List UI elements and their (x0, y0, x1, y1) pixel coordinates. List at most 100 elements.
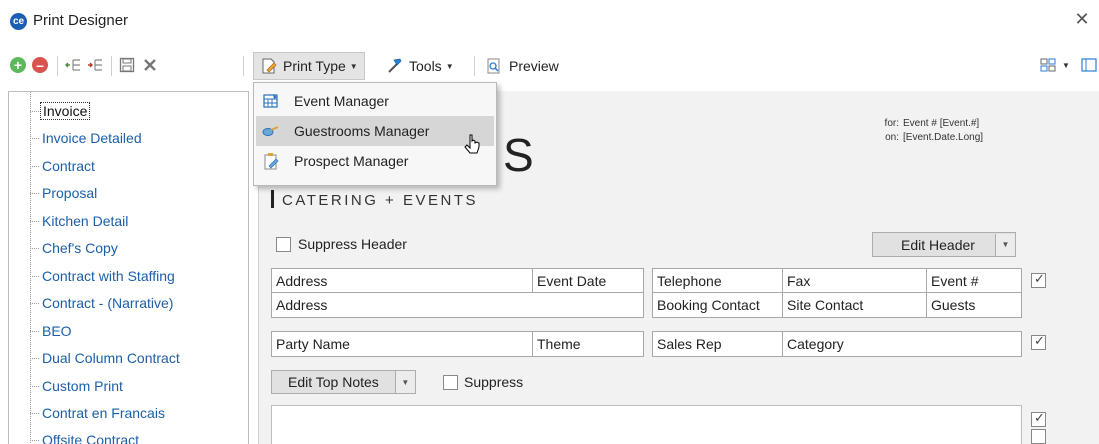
field-guests[interactable]: Guests (926, 292, 1022, 318)
tools-label: Tools (409, 58, 442, 74)
chevron-down-icon: ▼ (1062, 60, 1070, 70)
minus-circle-icon: – (32, 57, 48, 73)
tree-item-beo[interactable]: BEO (30, 321, 74, 341)
indent-button[interactable] (86, 52, 104, 78)
print-type-dropdown: Event Manager Guestrooms Manager Prospec… (253, 82, 497, 186)
row3-visible-checkbox[interactable] (1031, 333, 1046, 350)
tree-item-offsite-contract[interactable]: Offsite Contract (30, 430, 141, 444)
clipboard-pencil-icon (262, 153, 280, 170)
delete-button[interactable] (142, 52, 158, 78)
tree-item-proposal[interactable]: Proposal (30, 183, 99, 203)
top-notes-area[interactable] (271, 405, 1022, 444)
edit-header-dropdown-icon[interactable]: ▼ (994, 233, 1015, 256)
tree-item-label: BEO (42, 323, 72, 339)
logo-bar (271, 190, 274, 208)
tree-item-label: Custom Print (42, 378, 123, 394)
field-category[interactable]: Category (782, 331, 1022, 357)
tree-item-kitchen-detail[interactable]: Kitchen Detail (30, 211, 130, 231)
toolbar: + – Print Type ▼ Tools ▼ Preview ▼ (0, 48, 1099, 84)
tree-item-contract-with-staffing[interactable]: Contract with Staffing (30, 266, 177, 286)
on-label: on: (885, 132, 899, 143)
tree-item-chefs-copy[interactable]: Chef's Copy (30, 238, 120, 258)
edit-header-button[interactable]: Edit Header ▼ (872, 232, 1016, 257)
tree-item-invoice-detailed[interactable]: Invoice Detailed (30, 128, 144, 148)
panel-toggle-button[interactable] (1080, 52, 1098, 78)
field-theme[interactable]: Theme (532, 331, 644, 357)
field-event-date[interactable]: Event Date (532, 268, 644, 293)
mouse-cursor-icon (464, 134, 480, 154)
for-label: for: (884, 118, 899, 129)
tree-item-label: Contract with Staffing (42, 268, 175, 284)
menu-item-label: Guestrooms Manager (294, 123, 430, 139)
remove-button[interactable]: – (32, 52, 48, 78)
save-disk-icon (119, 57, 135, 73)
tree-item-label: Invoice Detailed (42, 130, 142, 146)
field-party-name[interactable]: Party Name (271, 331, 533, 357)
menu-item-label: Prospect Manager (294, 153, 409, 169)
suppress-notes-checkbox[interactable] (443, 374, 458, 390)
layout-options-button[interactable]: ▼ (1040, 52, 1070, 78)
suppress-header-label: Suppress Header (298, 236, 407, 252)
plus-circle-icon: + (10, 57, 26, 73)
notes-visible-checkbox[interactable] (1031, 410, 1046, 427)
tree-item-invoice[interactable]: Invoice (30, 101, 91, 121)
suppress-header-row: Suppress Header (276, 236, 407, 252)
tree-item-label: Offsite Contract (42, 432, 140, 444)
tree-item-label: Chef's Copy (42, 240, 118, 256)
field-address-2[interactable]: Address (271, 292, 644, 318)
logo-tagline: CATERING + EVENTS (282, 192, 479, 209)
menu-item-label: Event Manager (294, 93, 389, 109)
field-address[interactable]: Address (271, 268, 533, 293)
field-event-number[interactable]: Event # (926, 268, 1022, 293)
menu-item-prospect-manager[interactable]: Prospect Manager (254, 146, 496, 176)
tree-item-label: Dual Column Contract (42, 350, 180, 366)
toolbar-separator (243, 56, 244, 76)
logo-letter: S (503, 129, 534, 181)
chevron-down-icon: ▼ (445, 61, 454, 71)
preview-button[interactable]: Preview (479, 52, 565, 80)
field-sales-rep[interactable]: Sales Rep (652, 331, 783, 357)
toolbar-separator (111, 56, 112, 76)
field-fax[interactable]: Fax (782, 268, 927, 293)
suppress-header-checkbox[interactable] (276, 236, 291, 252)
print-type-label: Print Type (283, 58, 346, 74)
preview-magnifier-icon (487, 58, 500, 74)
menu-item-event-manager[interactable]: Event Manager (254, 86, 496, 116)
tree-item-label: Invoice (40, 102, 91, 120)
logo-tagline-block: CATERING + EVENTS (271, 190, 478, 209)
edit-top-notes-button[interactable]: Edit Top Notes ▼ (271, 370, 416, 394)
delete-x-icon (144, 59, 156, 71)
save-button[interactable] (119, 52, 135, 78)
field-booking-contact[interactable]: Booking Contact (652, 292, 783, 318)
tree-item-custom-print[interactable]: Custom Print (30, 376, 125, 396)
tree-item-label: Proposal (42, 185, 98, 201)
row1-visible-checkbox[interactable] (1031, 271, 1046, 288)
tree-item-label: Contract - (Narrative) (42, 295, 174, 311)
hammer-icon (388, 58, 402, 73)
edit-top-notes-dropdown-icon[interactable]: ▼ (394, 371, 415, 393)
tools-menu-button[interactable]: Tools ▼ (380, 52, 460, 80)
tree-item-label: Contract (42, 158, 95, 174)
field-telephone[interactable]: Telephone (652, 268, 783, 293)
field-site-contact[interactable]: Site Contact (782, 292, 927, 318)
key-card-icon (262, 123, 280, 139)
tree-item-label: Kitchen Detail (42, 213, 129, 229)
preview-label: Preview (509, 58, 559, 74)
add-button[interactable]: + (10, 52, 26, 78)
close-window-button[interactable]: ✕ (1072, 9, 1092, 29)
edit-top-notes-label: Edit Top Notes (288, 374, 379, 390)
notes-second-checkbox[interactable] (1031, 429, 1046, 444)
event-reference-block: for: Event # [Event.#] on: [Event.Date.Lon… (869, 117, 984, 145)
outdent-icon (65, 59, 80, 71)
tree-item-contrat-en-francais[interactable]: Contrat en Francais (30, 403, 167, 423)
tree-item-contract[interactable]: Contract (30, 156, 97, 176)
print-type-menu-button[interactable]: Print Type ▼ (253, 52, 365, 80)
toolbar-separator (474, 56, 475, 76)
tree-item-dual-column-contract[interactable]: Dual Column Contract (30, 348, 182, 368)
outdent-button[interactable] (64, 52, 82, 78)
menu-item-guestrooms-manager[interactable]: Guestrooms Manager (256, 116, 494, 146)
panel-icon (1081, 58, 1097, 72)
layout-grid-icon (1040, 58, 1056, 72)
title-bar: ce Print Designer ✕ (0, 0, 1099, 40)
tree-item-contract-narrative[interactable]: Contract - (Narrative) (30, 293, 175, 313)
